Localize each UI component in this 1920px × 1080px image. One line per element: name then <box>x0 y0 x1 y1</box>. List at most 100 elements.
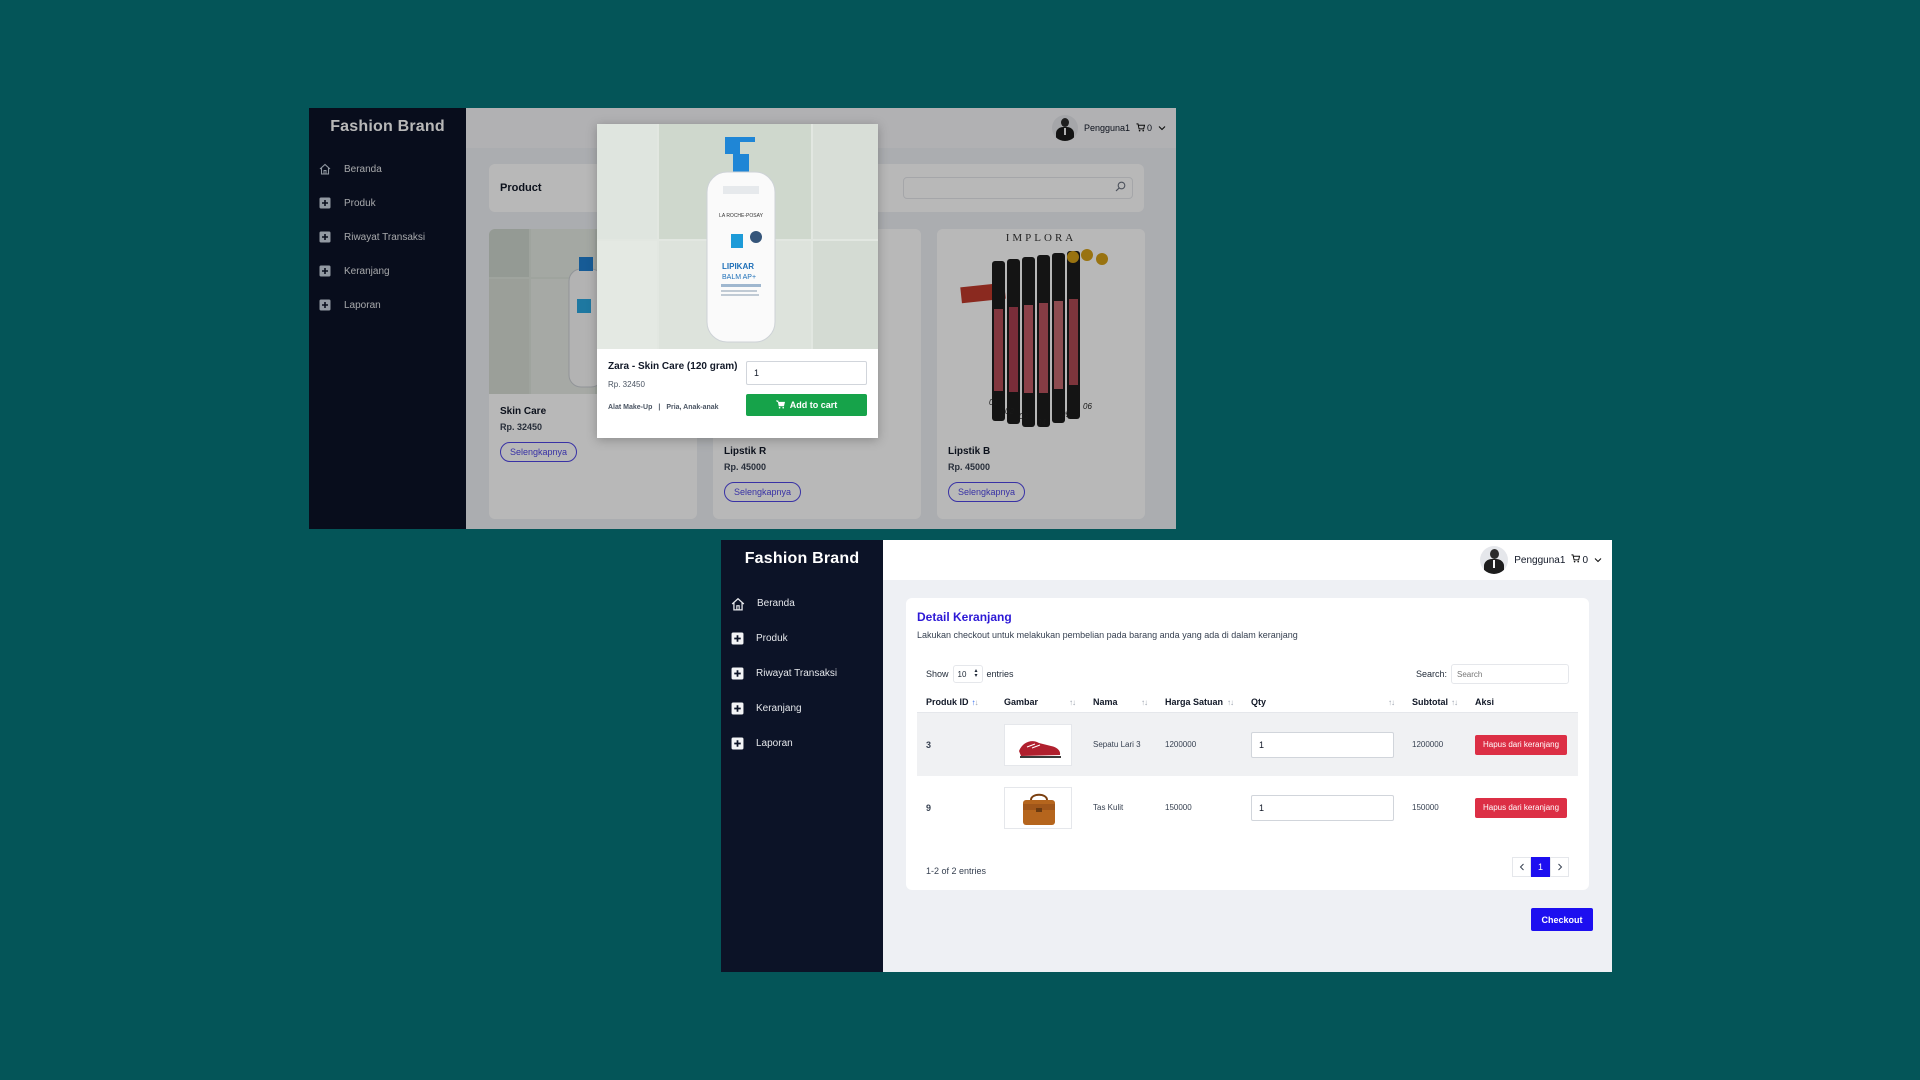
remove-from-cart-button[interactable]: Hapus dari keranjang <box>1475 734 1568 755</box>
chevron-down-icon[interactable] <box>1594 555 1602 566</box>
product-screen: Fashion Brand Beranda Produk Riwayat Tra… <box>309 108 1176 529</box>
cell-subtotal: 150000 <box>1412 803 1439 812</box>
category-tag: Alat Make-Up <box>608 404 653 411</box>
add-to-cart-button[interactable]: Add to cart <box>746 394 867 416</box>
detail-button[interactable]: Selengkapnya <box>948 482 1026 502</box>
modal-tags: Alat Make-Up | Pria, Anak-anak <box>608 404 738 411</box>
lipstick-number: 04 <box>1037 418 1046 427</box>
sidebar-item-keranjang[interactable]: Keranjang <box>309 254 466 288</box>
cell-harga-satuan: 150000 <box>1165 803 1192 812</box>
next-page-button[interactable] <box>1550 857 1569 877</box>
sidebar-item-label: Riwayat Transaksi <box>344 231 426 243</box>
avatar <box>1480 546 1509 574</box>
sidebar-item-riwayat-transaksi[interactable]: Riwayat Transaksi <box>721 656 883 691</box>
plus-square-icon <box>731 667 744 680</box>
product-thumbnail-sneaker <box>1004 723 1072 766</box>
sidebar: Fashion Brand Beranda Produk Riwayat Tra… <box>309 108 466 529</box>
main-content: Pengguna1 0 Detail Keranjang Lakukan che… <box>883 540 1612 972</box>
sidebar-item-laporan[interactable]: Laporan <box>309 288 466 322</box>
quantity-input[interactable] <box>746 361 867 385</box>
user-menu[interactable]: Pengguna1 0 <box>1480 546 1602 574</box>
plus-square-icon <box>319 197 331 209</box>
sidebar-item-keranjang[interactable]: Keranjang <box>721 691 883 726</box>
user-menu[interactable]: Pengguna1 0 <box>1051 115 1166 141</box>
sidebar-item-label: Laporan <box>756 738 793 749</box>
select-arrows-icon: ▴ ▾ <box>974 668 978 679</box>
detail-button[interactable]: Selengkapnya <box>500 442 578 462</box>
page-title: Product <box>500 182 542 194</box>
cell-subtotal: 1200000 <box>1412 740 1444 749</box>
column-header-produk-id[interactable]: Produk ID ↑↓ <box>917 697 995 707</box>
sort-icon[interactable]: ↑↓ <box>1451 698 1458 707</box>
table-row: 3 Sepatu Lari 3 1200000 120000 <box>917 713 1578 776</box>
column-header-harga-satuan[interactable]: Harga Satuan ↑↓ <box>1156 697 1242 707</box>
lipstick-brand-text: IMPLORA <box>1006 232 1077 244</box>
product-search-input[interactable] <box>903 177 1133 199</box>
sort-icon[interactable]: ↑↓ <box>1141 698 1148 707</box>
sort-icon[interactable]: ↑↓ <box>972 698 979 707</box>
remove-from-cart-button[interactable]: Hapus dari keranjang <box>1475 797 1568 818</box>
audience-tag: Pria, Anak-anak <box>666 404 719 411</box>
entries-value: 10 <box>957 669 967 679</box>
lipstick-number: 02 <box>1005 407 1014 416</box>
sidebar-item-produk[interactable]: Produk <box>721 621 883 656</box>
brand-logo[interactable]: Fashion Brand <box>309 118 466 140</box>
column-header-subtotal[interactable]: Subtotal ↑↓ <box>1403 697 1466 707</box>
plus-square-icon <box>731 737 744 750</box>
cell-harga-satuan: 1200000 <box>1165 740 1197 749</box>
chevron-down-icon[interactable] <box>1158 123 1166 133</box>
sort-icon[interactable]: ↑↓ <box>1069 698 1076 707</box>
column-header-qty[interactable]: Qty ↑↓ <box>1242 697 1403 707</box>
sidebar-item-label: Beranda <box>757 598 795 609</box>
page-subtitle: Lakukan checkout untuk melakukan pembeli… <box>917 630 1298 640</box>
product-thumbnail-leather-bag <box>1004 786 1072 829</box>
sidebar-item-beranda[interactable]: Beranda <box>309 152 466 186</box>
sidebar-item-riwayat-transaksi[interactable]: Riwayat Transaksi <box>309 220 466 254</box>
plus-square-icon <box>319 265 331 277</box>
cell-nama: Sepatu Lari 3 <box>1093 740 1141 749</box>
show-label: Show <box>926 669 949 679</box>
table-header: Produk ID ↑↓ Gambar ↑↓ Nama ↑↓ Harga Satuan… <box>917 697 1578 713</box>
page-title: Detail Keranjang <box>917 610 1012 624</box>
entries-select[interactable]: 10 ▴ ▾ <box>952 665 983 683</box>
cart-icon <box>1571 554 1581 566</box>
plus-square-icon <box>731 632 744 645</box>
lipstick-number: 03 <box>1019 412 1028 421</box>
cart-icon <box>774 400 785 411</box>
bottle-sub-text: BALM AP+ <box>722 274 756 281</box>
qty-input[interactable] <box>1251 731 1394 758</box>
product-card: IMPLORA 01 02 03 04 05 06 Lipstik B Rp. … <box>937 229 1145 519</box>
product-name: Lipstik R <box>724 446 767 457</box>
prev-page-button[interactable] <box>1512 857 1531 877</box>
lipstick-number: 06 <box>1083 402 1092 411</box>
product-name: Lipstik B <box>948 446 991 457</box>
page-button[interactable]: 1 <box>1531 857 1550 877</box>
sort-icon[interactable]: ↑↓ <box>1227 698 1234 707</box>
detail-button[interactable]: Selengkapnya <box>724 482 802 502</box>
column-header-nama[interactable]: Nama ↑↓ <box>1084 697 1156 707</box>
cart-badge[interactable]: 0 <box>1136 122 1152 134</box>
sort-icon[interactable]: ↑↓ <box>1388 698 1395 707</box>
brand-logo[interactable]: Fashion Brand <box>721 550 883 572</box>
table-search: Search: <box>1416 664 1569 684</box>
sidebar-item-produk[interactable]: Produk <box>309 186 466 220</box>
cell-produk-id: 3 <box>926 739 932 750</box>
sidebar-item-beranda[interactable]: Beranda <box>721 586 883 621</box>
user-name: Pengguna1 <box>1083 123 1130 133</box>
sidebar-item-label: Keranjang <box>756 703 802 714</box>
cart-screen: Fashion Brand Beranda Produk Riwayat Tra… <box>721 540 1612 972</box>
home-icon <box>319 163 331 175</box>
sidebar-item-label: Riwayat Transaksi <box>756 668 838 679</box>
topbar: Pengguna1 0 <box>883 540 1612 580</box>
modal-product-name: Zara - Skin Care (120 gram) <box>608 361 738 372</box>
cart-badge[interactable]: 0 <box>1571 554 1588 566</box>
column-header-gambar[interactable]: Gambar ↑↓ <box>995 697 1084 707</box>
qty-input[interactable] <box>1251 794 1394 821</box>
sidebar-item-label: Keranjang <box>344 265 390 277</box>
search-input[interactable] <box>1451 664 1569 684</box>
sidebar-item-laporan[interactable]: Laporan <box>721 726 883 761</box>
checkout-button[interactable]: Checkout <box>1531 908 1593 931</box>
search-icon[interactable] <box>1115 181 1126 195</box>
plus-square-icon <box>319 231 331 243</box>
entries-control: Show 10 ▴ ▾ entries <box>926 665 1014 683</box>
